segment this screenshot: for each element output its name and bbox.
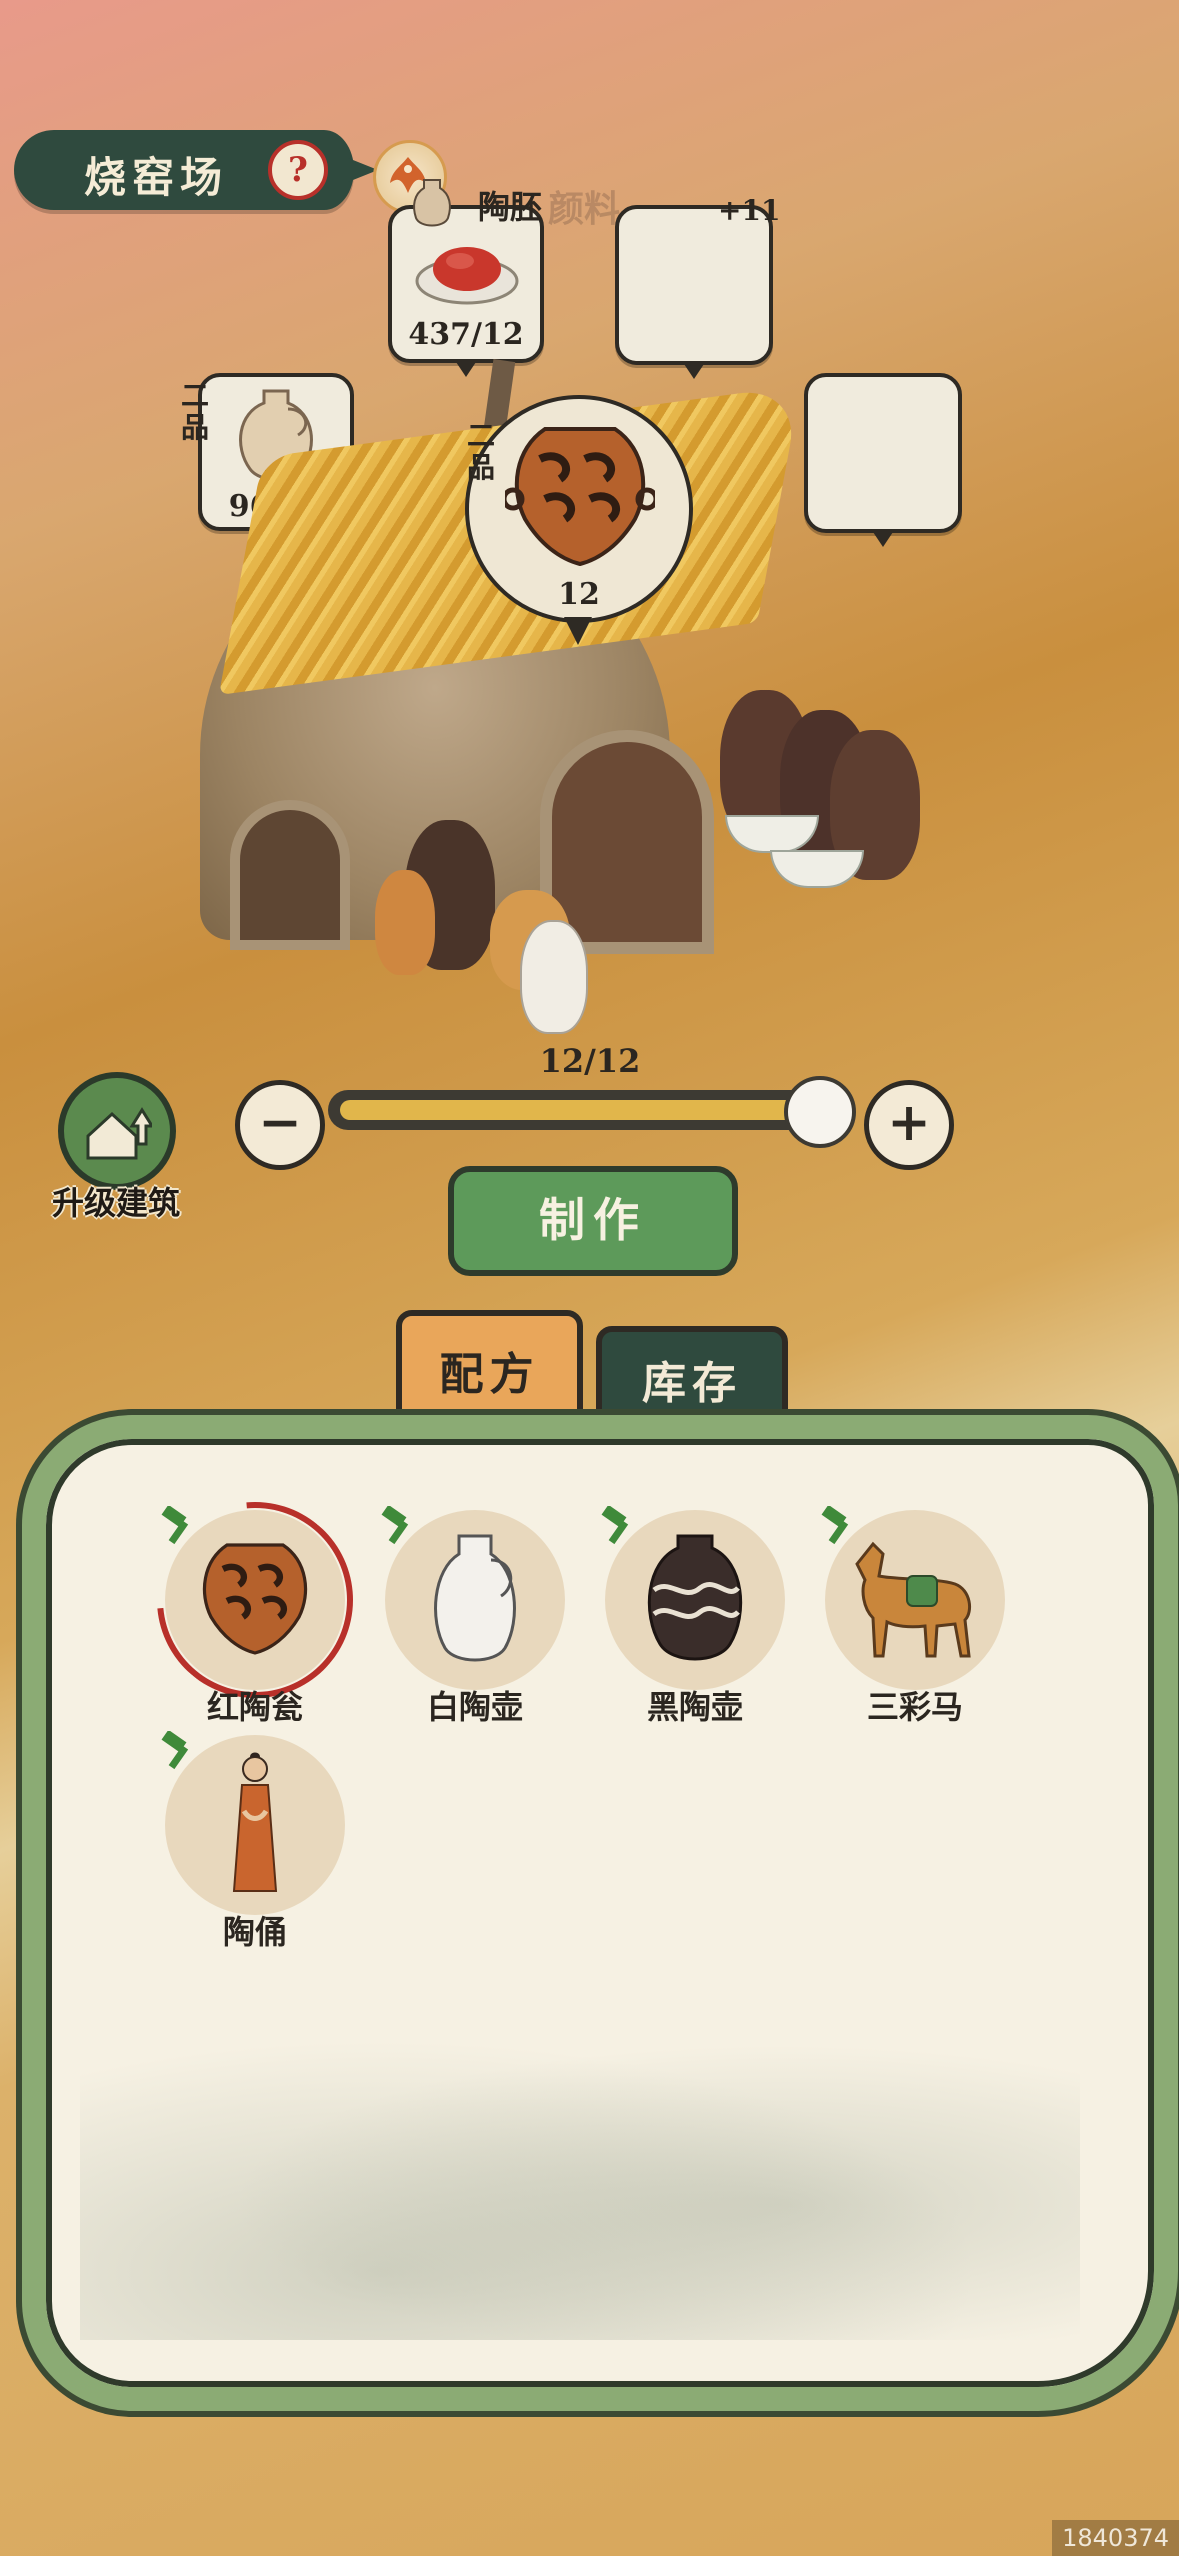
bowl-stack-icon [770, 850, 864, 888]
recipe-item-white-pot[interactable]: 白陶壶 [381, 1506, 565, 1740]
pigment-bowl-icon [415, 247, 519, 305]
recipe-name: 白陶壶 [426, 1688, 523, 1726]
white-vase-icon [520, 920, 588, 1034]
hammer-icon [821, 1506, 849, 1545]
extra-slot-badge: +11 [718, 194, 781, 227]
help-icon[interactable]: ? [268, 140, 328, 200]
recipe-item-red-urn[interactable]: 红陶瓮 [116, 1461, 394, 1740]
tab-recipes[interactable]: 配方 [396, 1310, 583, 1432]
quantity-count: 12/12 [539, 1042, 641, 1080]
recipe-item-tricolor-horse[interactable]: 三彩马 [821, 1506, 1005, 1740]
increase-quantity-button[interactable]: + [864, 1080, 954, 1170]
pigment-count: 437/12 [408, 317, 524, 352]
empty-resource-slot[interactable] [615, 205, 773, 379]
upgrade-house-icon [86, 1107, 152, 1160]
red-pottery-urn-icon [505, 427, 655, 567]
recipe-item-figurine[interactable]: 陶俑 [161, 1731, 345, 1965]
tricolor-horse-icon [855, 1541, 972, 1658]
recipe-name: 红陶瓮 [206, 1688, 303, 1726]
recipe-item-black-pot[interactable]: 黑陶壶 [601, 1506, 785, 1740]
slider-knob[interactable] [784, 1076, 857, 1148]
kiln-side-door [230, 800, 350, 950]
current-product-count: 12 [558, 577, 600, 612]
empty-resource-slot-2[interactable] [804, 373, 962, 547]
page-title: 烧窑场 [84, 153, 229, 202]
misty-mountains-background [80, 2000, 1080, 2340]
quantity-slider[interactable] [328, 1076, 857, 1148]
pottery-figurine-icon [232, 1752, 278, 1892]
current-product-bubble[interactable]: 12 [465, 395, 693, 645]
watermark: 1840374 [1052, 2520, 1179, 2556]
white-pottery-pot-icon [434, 1534, 516, 1662]
current-product-grade: 二品 [466, 419, 495, 484]
black-pottery-pot-icon [647, 1534, 743, 1661]
pigment-faded-label: 颜料 [548, 188, 621, 230]
upgrade-building-button[interactable] [58, 1072, 176, 1190]
recipe-name: 三彩马 [866, 1688, 963, 1726]
hammer-icon [161, 1731, 189, 1770]
slider-fill [340, 1100, 817, 1120]
clay-pot-grade: 二品 [180, 379, 209, 444]
pigment-name: 陶胚 [478, 188, 543, 226]
decrease-quantity-button[interactable]: − [235, 1080, 325, 1170]
hammer-icon [161, 1506, 189, 1545]
minus-icon: − [258, 1092, 302, 1153]
hammer-icon [381, 1506, 409, 1545]
recipe-name: 陶俑 [222, 1913, 287, 1951]
make-button[interactable]: 制作 [448, 1166, 738, 1276]
orange-vase-icon [375, 870, 435, 975]
plus-icon: + [887, 1092, 931, 1153]
clay-jar-icon [413, 179, 451, 227]
recipe-name: 黑陶壶 [646, 1688, 743, 1726]
hammer-icon [601, 1506, 629, 1545]
upgrade-building-label: 升级建筑 [51, 1184, 180, 1222]
red-pottery-urn-icon [202, 1543, 308, 1655]
